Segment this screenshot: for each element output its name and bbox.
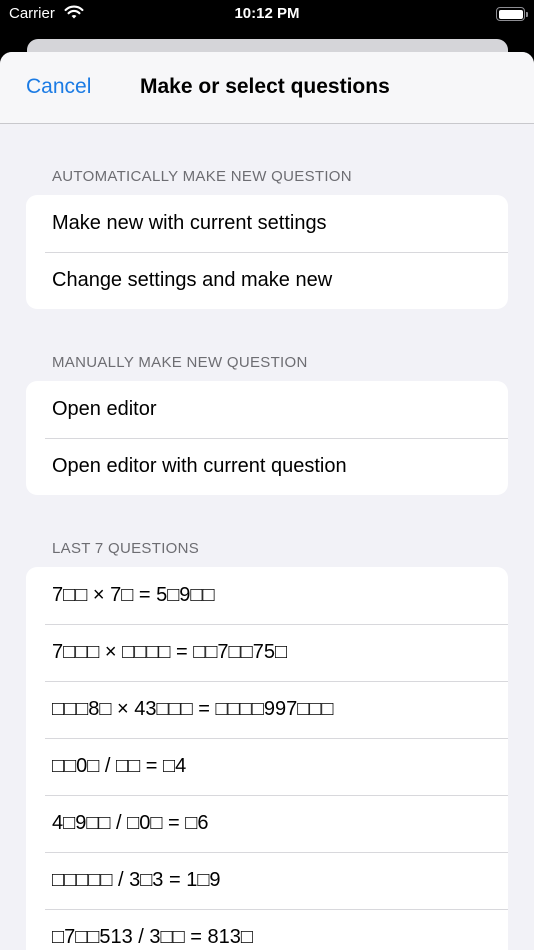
manual-make-group: Open editor Open editor with current que… (26, 381, 508, 495)
navigation-bar: Cancel Make or select questions (0, 52, 534, 124)
make-new-current-settings-button[interactable]: Make new with current settings (26, 195, 508, 252)
open-editor-button[interactable]: Open editor (26, 381, 508, 438)
battery-level (498, 9, 523, 19)
question-row[interactable]: □□□□□ / 3□3 = 1□9 (26, 852, 508, 909)
battery-nub (526, 11, 528, 17)
modal-sheet: Cancel Make or select questions AUTOMATI… (0, 52, 534, 950)
last-questions-list: 7□□ × 7□ = 5□9□□ 7□□□ × □□□□ = □□7□□75□ … (26, 567, 508, 950)
page-title: Make or select questions (140, 75, 390, 98)
section-header-auto: AUTOMATICALLY MAKE NEW QUESTION (52, 168, 352, 185)
cancel-button[interactable]: Cancel (26, 75, 91, 99)
status-bar: Carrier 10:12 PM (0, 0, 534, 30)
question-row[interactable]: 4□9□□ / □0□ = □6 (26, 795, 508, 852)
question-row[interactable]: □□□8□ × 43□□□ = □□□□997□□□ (26, 681, 508, 738)
auto-make-group: Make new with current settings Change se… (26, 195, 508, 309)
status-time: 10:12 PM (234, 5, 300, 22)
section-header-last-questions: LAST 7 QUESTIONS (52, 540, 200, 557)
question-row[interactable]: □7□□513 / 3□□ = 813□ (26, 909, 508, 950)
section-header-manual: MANUALLY MAKE NEW QUESTION (52, 354, 308, 371)
question-row[interactable]: □□0□ / □□ = □4 (26, 738, 508, 795)
open-editor-current-question-button[interactable]: Open editor with current question (26, 438, 508, 495)
change-settings-make-new-button[interactable]: Change settings and make new (26, 252, 508, 309)
question-row[interactable]: 7□□□ × □□□□ = □□7□□75□ (26, 624, 508, 681)
battery-icon (496, 7, 528, 21)
question-row[interactable]: 7□□ × 7□ = 5□9□□ (26, 567, 508, 624)
